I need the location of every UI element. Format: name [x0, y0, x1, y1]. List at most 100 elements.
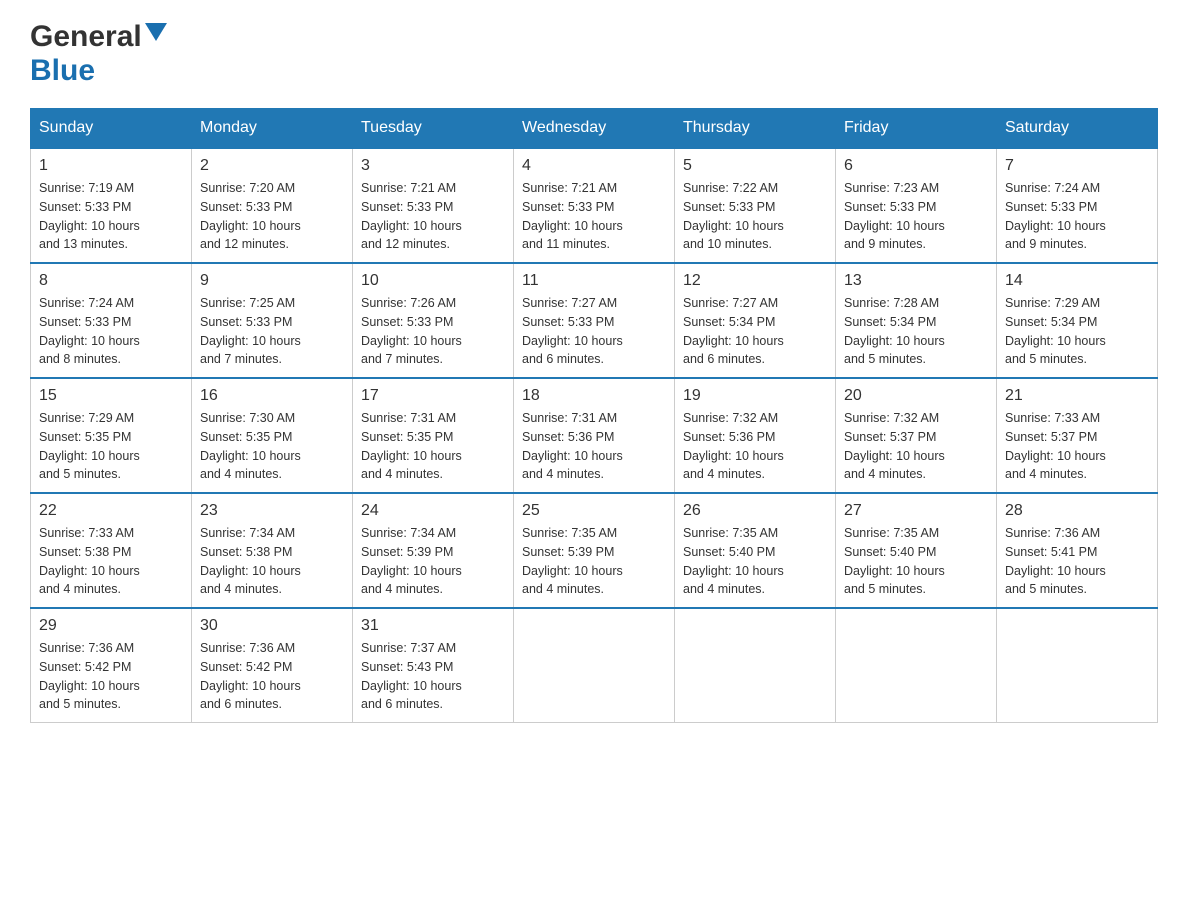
- day-number: 29: [39, 617, 183, 635]
- header-cell-sunday: Sunday: [31, 109, 192, 149]
- calendar-cell: 15 Sunrise: 7:29 AMSunset: 5:35 PMDaylig…: [31, 378, 192, 493]
- calendar-cell: 19 Sunrise: 7:32 AMSunset: 5:36 PMDaylig…: [675, 378, 836, 493]
- day-info: Sunrise: 7:31 AMSunset: 5:36 PMDaylight:…: [522, 409, 666, 484]
- calendar-cell: [675, 608, 836, 723]
- calendar-cell: 16 Sunrise: 7:30 AMSunset: 5:35 PMDaylig…: [192, 378, 353, 493]
- calendar-cell: 24 Sunrise: 7:34 AMSunset: 5:39 PMDaylig…: [353, 493, 514, 608]
- day-info: Sunrise: 7:29 AMSunset: 5:34 PMDaylight:…: [1005, 294, 1149, 369]
- day-number: 14: [1005, 272, 1149, 290]
- logo-general-text: General: [30, 20, 142, 54]
- day-info: Sunrise: 7:28 AMSunset: 5:34 PMDaylight:…: [844, 294, 988, 369]
- calendar-cell: 27 Sunrise: 7:35 AMSunset: 5:40 PMDaylig…: [836, 493, 997, 608]
- day-number: 30: [200, 617, 344, 635]
- day-number: 20: [844, 387, 988, 405]
- day-number: 9: [200, 272, 344, 290]
- calendar-cell: 7 Sunrise: 7:24 AMSunset: 5:33 PMDayligh…: [997, 148, 1158, 263]
- day-info: Sunrise: 7:34 AMSunset: 5:39 PMDaylight:…: [361, 524, 505, 599]
- header-cell-monday: Monday: [192, 109, 353, 149]
- day-info: Sunrise: 7:33 AMSunset: 5:38 PMDaylight:…: [39, 524, 183, 599]
- header-cell-thursday: Thursday: [675, 109, 836, 149]
- day-number: 11: [522, 272, 666, 290]
- day-number: 6: [844, 157, 988, 175]
- day-info: Sunrise: 7:21 AMSunset: 5:33 PMDaylight:…: [361, 179, 505, 254]
- day-info: Sunrise: 7:35 AMSunset: 5:40 PMDaylight:…: [844, 524, 988, 599]
- day-number: 21: [1005, 387, 1149, 405]
- calendar-cell: [836, 608, 997, 723]
- header-cell-friday: Friday: [836, 109, 997, 149]
- calendar-cell: 4 Sunrise: 7:21 AMSunset: 5:33 PMDayligh…: [514, 148, 675, 263]
- day-info: Sunrise: 7:31 AMSunset: 5:35 PMDaylight:…: [361, 409, 505, 484]
- logo-triangle-icon: [145, 23, 167, 45]
- calendar-cell: 1 Sunrise: 7:19 AMSunset: 5:33 PMDayligh…: [31, 148, 192, 263]
- day-info: Sunrise: 7:36 AMSunset: 5:41 PMDaylight:…: [1005, 524, 1149, 599]
- calendar-header: SundayMondayTuesdayWednesdayThursdayFrid…: [31, 109, 1158, 149]
- header-row: SundayMondayTuesdayWednesdayThursdayFrid…: [31, 109, 1158, 149]
- week-row-2: 8 Sunrise: 7:24 AMSunset: 5:33 PMDayligh…: [31, 263, 1158, 378]
- calendar-cell: [997, 608, 1158, 723]
- day-info: Sunrise: 7:24 AMSunset: 5:33 PMDaylight:…: [39, 294, 183, 369]
- calendar-cell: 21 Sunrise: 7:33 AMSunset: 5:37 PMDaylig…: [997, 378, 1158, 493]
- day-number: 16: [200, 387, 344, 405]
- calendar-cell: 30 Sunrise: 7:36 AMSunset: 5:42 PMDaylig…: [192, 608, 353, 723]
- day-number: 24: [361, 502, 505, 520]
- calendar-cell: 20 Sunrise: 7:32 AMSunset: 5:37 PMDaylig…: [836, 378, 997, 493]
- calendar-cell: 22 Sunrise: 7:33 AMSunset: 5:38 PMDaylig…: [31, 493, 192, 608]
- day-info: Sunrise: 7:35 AMSunset: 5:40 PMDaylight:…: [683, 524, 827, 599]
- day-number: 4: [522, 157, 666, 175]
- day-info: Sunrise: 7:23 AMSunset: 5:33 PMDaylight:…: [844, 179, 988, 254]
- day-info: Sunrise: 7:37 AMSunset: 5:43 PMDaylight:…: [361, 639, 505, 714]
- day-number: 12: [683, 272, 827, 290]
- calendar-cell: [514, 608, 675, 723]
- day-number: 25: [522, 502, 666, 520]
- header-cell-saturday: Saturday: [997, 109, 1158, 149]
- calendar-body: 1 Sunrise: 7:19 AMSunset: 5:33 PMDayligh…: [31, 148, 1158, 723]
- week-row-1: 1 Sunrise: 7:19 AMSunset: 5:33 PMDayligh…: [31, 148, 1158, 263]
- day-info: Sunrise: 7:26 AMSunset: 5:33 PMDaylight:…: [361, 294, 505, 369]
- day-number: 13: [844, 272, 988, 290]
- day-number: 18: [522, 387, 666, 405]
- day-info: Sunrise: 7:36 AMSunset: 5:42 PMDaylight:…: [39, 639, 183, 714]
- calendar-cell: 17 Sunrise: 7:31 AMSunset: 5:35 PMDaylig…: [353, 378, 514, 493]
- day-info: Sunrise: 7:32 AMSunset: 5:36 PMDaylight:…: [683, 409, 827, 484]
- day-number: 8: [39, 272, 183, 290]
- week-row-3: 15 Sunrise: 7:29 AMSunset: 5:35 PMDaylig…: [31, 378, 1158, 493]
- calendar-cell: 8 Sunrise: 7:24 AMSunset: 5:33 PMDayligh…: [31, 263, 192, 378]
- calendar-cell: 14 Sunrise: 7:29 AMSunset: 5:34 PMDaylig…: [997, 263, 1158, 378]
- day-info: Sunrise: 7:27 AMSunset: 5:34 PMDaylight:…: [683, 294, 827, 369]
- calendar-cell: 25 Sunrise: 7:35 AMSunset: 5:39 PMDaylig…: [514, 493, 675, 608]
- day-info: Sunrise: 7:30 AMSunset: 5:35 PMDaylight:…: [200, 409, 344, 484]
- day-info: Sunrise: 7:20 AMSunset: 5:33 PMDaylight:…: [200, 179, 344, 254]
- logo: General Blue: [30, 20, 167, 88]
- calendar-cell: 5 Sunrise: 7:22 AMSunset: 5:33 PMDayligh…: [675, 148, 836, 263]
- day-info: Sunrise: 7:19 AMSunset: 5:33 PMDaylight:…: [39, 179, 183, 254]
- day-number: 17: [361, 387, 505, 405]
- day-info: Sunrise: 7:21 AMSunset: 5:33 PMDaylight:…: [522, 179, 666, 254]
- day-number: 5: [683, 157, 827, 175]
- calendar-cell: 13 Sunrise: 7:28 AMSunset: 5:34 PMDaylig…: [836, 263, 997, 378]
- header-cell-tuesday: Tuesday: [353, 109, 514, 149]
- day-number: 31: [361, 617, 505, 635]
- page-header: General Blue: [30, 20, 1158, 88]
- day-info: Sunrise: 7:22 AMSunset: 5:33 PMDaylight:…: [683, 179, 827, 254]
- day-number: 2: [200, 157, 344, 175]
- calendar-cell: 12 Sunrise: 7:27 AMSunset: 5:34 PMDaylig…: [675, 263, 836, 378]
- day-number: 27: [844, 502, 988, 520]
- day-number: 23: [200, 502, 344, 520]
- day-info: Sunrise: 7:25 AMSunset: 5:33 PMDaylight:…: [200, 294, 344, 369]
- calendar-table: SundayMondayTuesdayWednesdayThursdayFrid…: [30, 108, 1158, 723]
- day-number: 19: [683, 387, 827, 405]
- calendar-cell: 29 Sunrise: 7:36 AMSunset: 5:42 PMDaylig…: [31, 608, 192, 723]
- calendar-cell: 18 Sunrise: 7:31 AMSunset: 5:36 PMDaylig…: [514, 378, 675, 493]
- day-info: Sunrise: 7:34 AMSunset: 5:38 PMDaylight:…: [200, 524, 344, 599]
- day-number: 3: [361, 157, 505, 175]
- calendar-cell: 2 Sunrise: 7:20 AMSunset: 5:33 PMDayligh…: [192, 148, 353, 263]
- day-number: 7: [1005, 157, 1149, 175]
- calendar-cell: 31 Sunrise: 7:37 AMSunset: 5:43 PMDaylig…: [353, 608, 514, 723]
- day-info: Sunrise: 7:27 AMSunset: 5:33 PMDaylight:…: [522, 294, 666, 369]
- day-info: Sunrise: 7:32 AMSunset: 5:37 PMDaylight:…: [844, 409, 988, 484]
- calendar-cell: 11 Sunrise: 7:27 AMSunset: 5:33 PMDaylig…: [514, 263, 675, 378]
- calendar-cell: 28 Sunrise: 7:36 AMSunset: 5:41 PMDaylig…: [997, 493, 1158, 608]
- day-info: Sunrise: 7:33 AMSunset: 5:37 PMDaylight:…: [1005, 409, 1149, 484]
- header-cell-wednesday: Wednesday: [514, 109, 675, 149]
- day-number: 28: [1005, 502, 1149, 520]
